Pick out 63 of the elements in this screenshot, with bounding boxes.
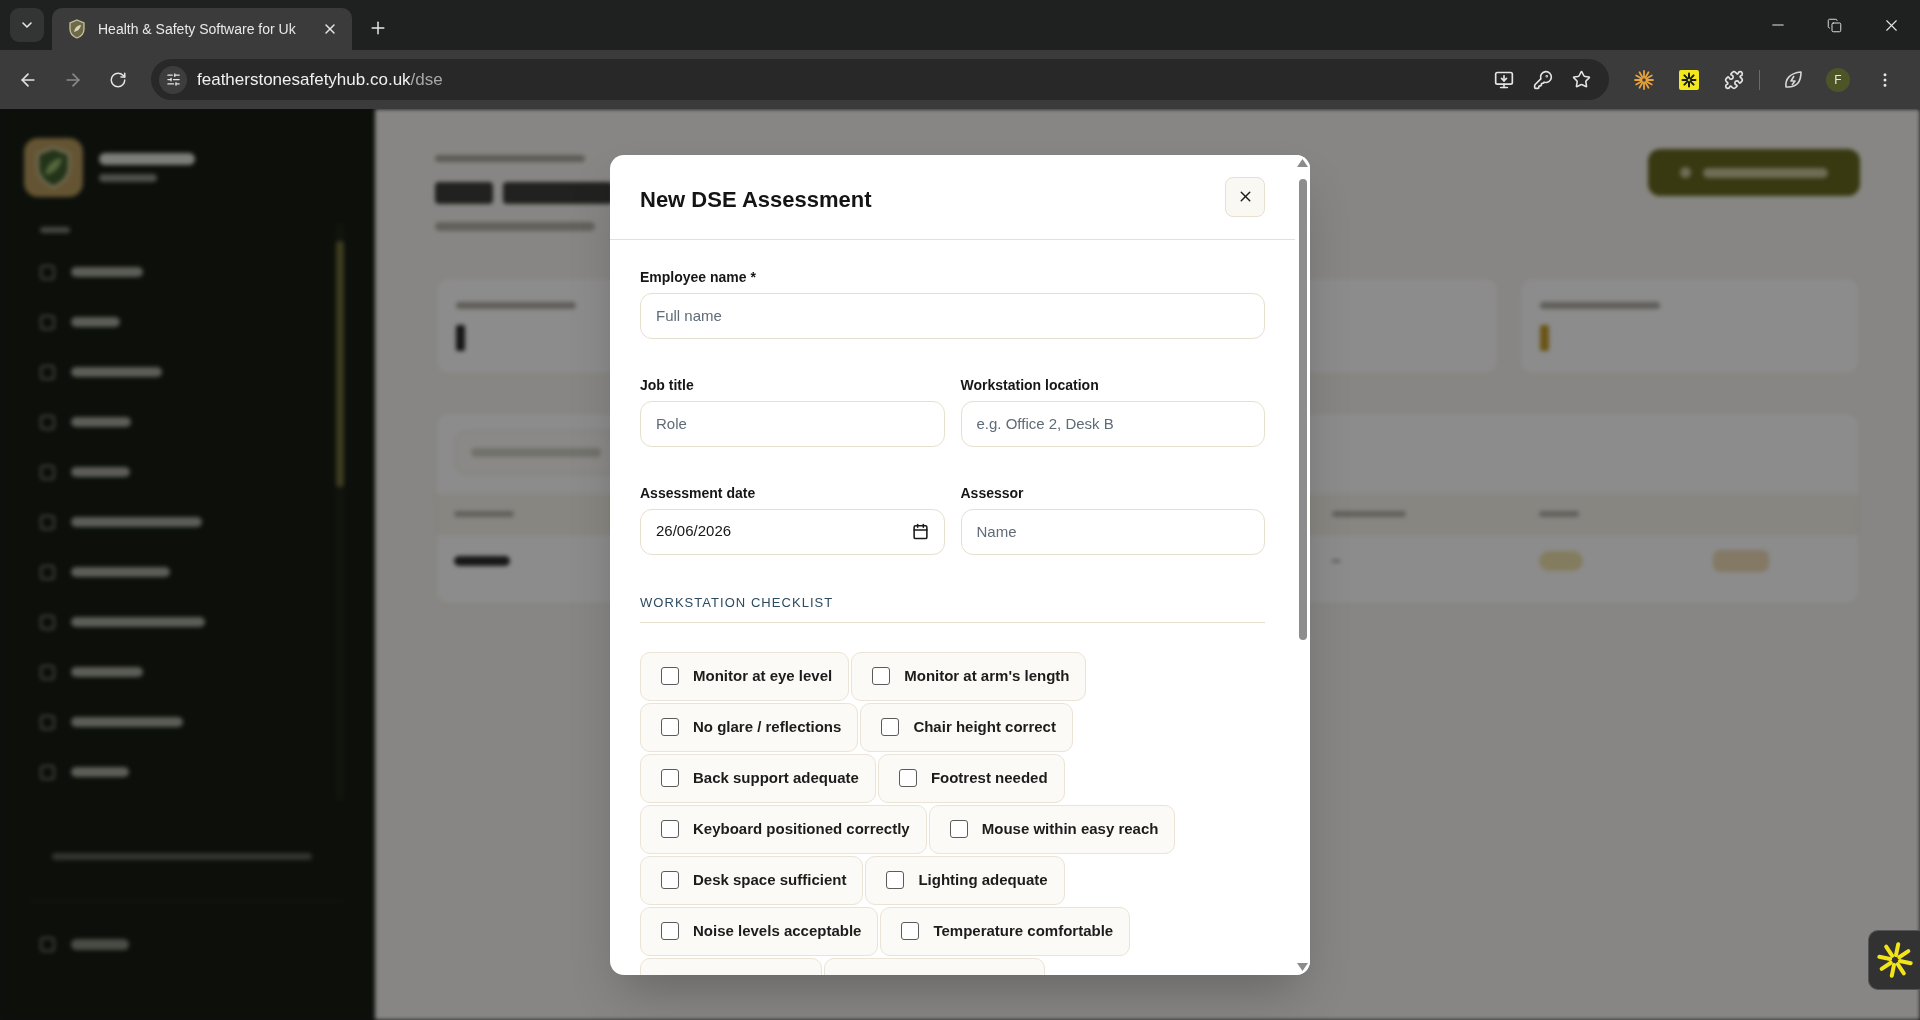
url-text: featherstonesafetyhub.co.uk/dse (197, 68, 443, 91)
text-field[interactable]: Full name (640, 292, 1265, 339)
key-icon[interactable] (1533, 69, 1553, 90)
checklist-item[interactable]: No glare / reflections (640, 702, 859, 752)
text-field[interactable]: e.g. Office 2, Desk B (960, 400, 1265, 447)
checkbox[interactable] (661, 871, 679, 889)
checkbox[interactable] (661, 769, 679, 787)
restore-icon[interactable] (1827, 17, 1842, 33)
scroll-down-icon[interactable] (1297, 962, 1308, 971)
site-info-button[interactable] (159, 65, 187, 94)
burst-icon[interactable] (1876, 942, 1913, 978)
address-bar[interactable]: featherstonesafetyhub.co.uk/dse (151, 59, 1609, 100)
checklist-item[interactable]: Temperature comfortable (880, 906, 1131, 956)
checkbox[interactable] (661, 667, 679, 685)
checkbox[interactable] (898, 769, 917, 787)
profile-avatar[interactable]: F (1826, 67, 1850, 92)
checklist-item[interactable]: Lighting adequate (865, 855, 1065, 905)
text-field[interactable]: Name (960, 508, 1265, 555)
checkbox[interactable] (661, 922, 679, 940)
dialog-title: New DSE Assessment (640, 186, 872, 214)
field-label: Job title (640, 375, 694, 395)
asterisk-icon[interactable] (1679, 69, 1699, 90)
checklist-item[interactable]: Mouse within easy reach (928, 804, 1176, 854)
floating-action-button[interactable] (1868, 930, 1920, 990)
field-label: Employee name * (640, 267, 756, 287)
sunburst-icon[interactable] (1634, 69, 1654, 90)
reload-icon[interactable] (109, 70, 127, 89)
checkbox[interactable] (886, 871, 905, 889)
shield-icon (68, 19, 86, 39)
field-label: Assessment date (640, 483, 756, 503)
install-icon[interactable] (1494, 69, 1514, 90)
checklist-item[interactable]: Monitor at eye level (640, 651, 850, 701)
browser-tab[interactable]: Health & Safety Software for Uk (52, 8, 352, 50)
leaf-icon[interactable] (1782, 68, 1804, 91)
checklist-item[interactable]: Chair height correct (860, 702, 1073, 752)
checkbox[interactable] (901, 922, 920, 940)
checkbox[interactable] (872, 667, 891, 685)
section-heading: WORKSTATION CHECKLIST (640, 594, 834, 610)
checklist-item[interactable]: Monitor at arm's length (851, 651, 1087, 701)
field-label: Workstation location (960, 375, 1099, 395)
checkbox[interactable] (661, 820, 679, 838)
checkbox[interactable] (949, 820, 968, 838)
text-field[interactable]: Role (640, 400, 945, 447)
close-button[interactable] (1225, 176, 1265, 217)
checkbox[interactable] (881, 718, 900, 736)
checklist-item[interactable]: Back support adequate (640, 753, 876, 803)
puzzle-icon[interactable] (1724, 69, 1744, 90)
close-icon[interactable] (322, 21, 338, 37)
tab-list-button[interactable] (10, 8, 44, 42)
field-label: Assessor (960, 483, 1024, 503)
date-field[interactable]: 26/06/2026 (640, 508, 945, 555)
tab-title: Health & Safety Software for Uk (98, 19, 297, 39)
checklist-item[interactable]: Footrest needed (877, 753, 1065, 803)
checkbox[interactable] (661, 718, 679, 736)
dialog-scrollbar[interactable] (1295, 154, 1310, 975)
scroll-up-icon[interactable] (1297, 158, 1308, 167)
star-icon[interactable] (1572, 70, 1591, 89)
scrollbar-thumb[interactable] (1298, 178, 1307, 640)
checklist-item[interactable]: Desk space sufficient (640, 855, 864, 905)
calendar-icon[interactable] (911, 523, 929, 540)
sliders-icon (165, 72, 181, 87)
checklist-item[interactable]: Noise levels acceptable (640, 906, 879, 956)
checklist-item[interactable]: Keyboard positioned correctly (640, 804, 927, 854)
